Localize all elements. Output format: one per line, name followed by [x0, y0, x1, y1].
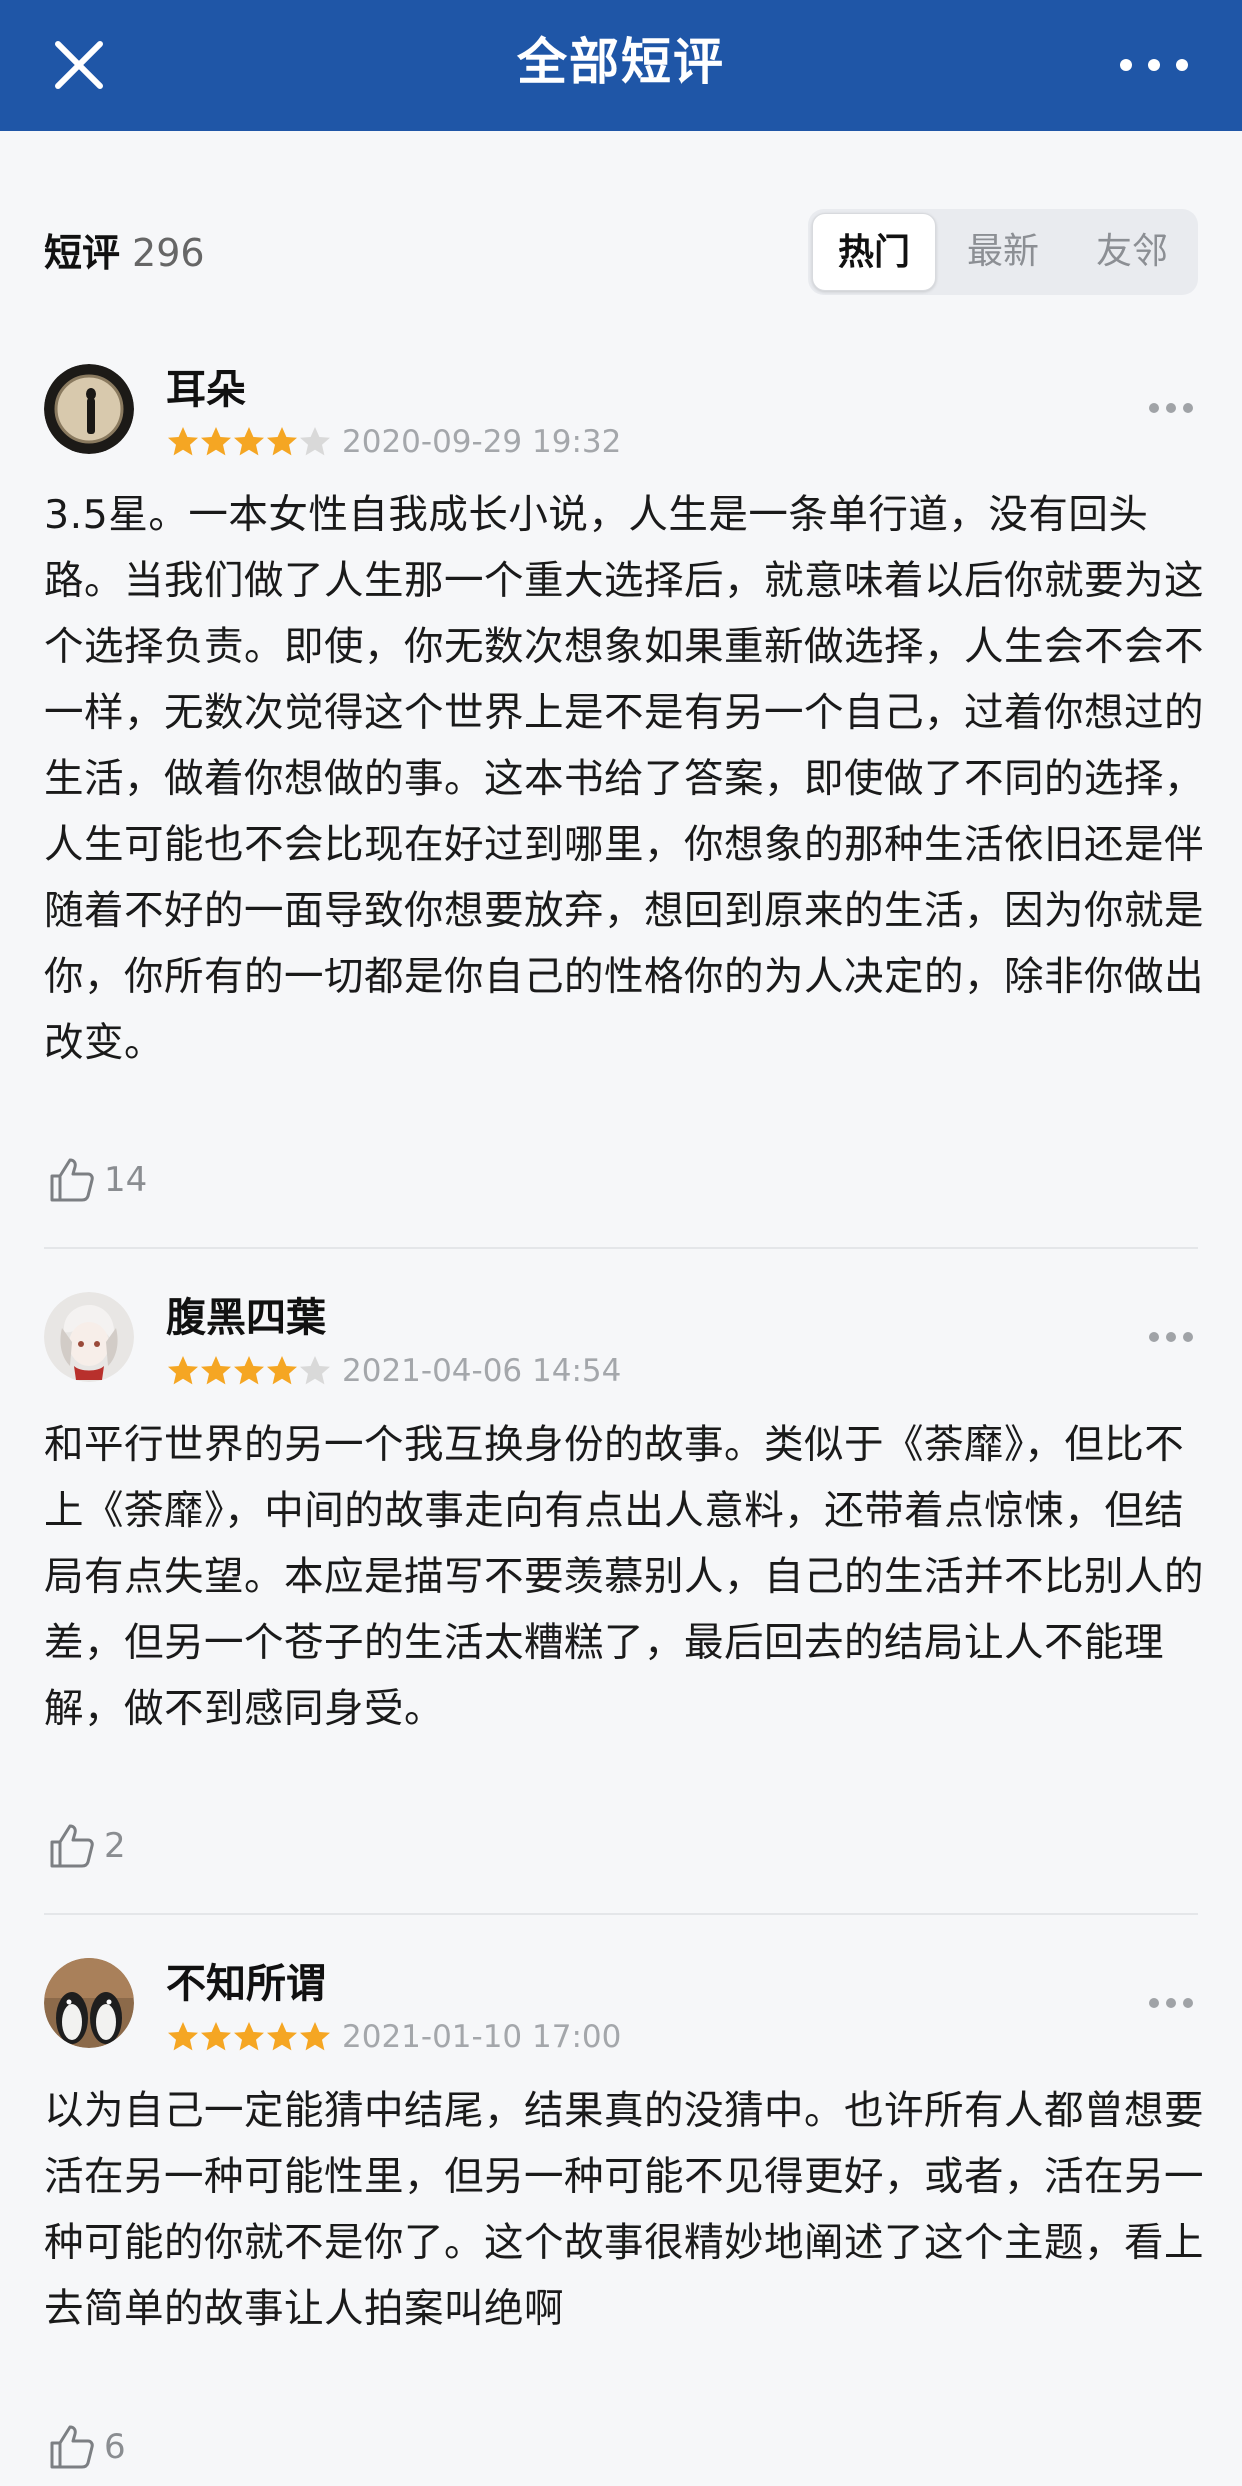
- divider: [44, 1247, 1198, 1249]
- sort-tabs: 热门 最新 友邻: [808, 209, 1198, 295]
- star-icon: [168, 2022, 330, 2051]
- review-text: 以为自己一定能猜中结尾，结果真的没猜中。也许所有人都曾想要活在另一种可能性里，但…: [44, 2088, 1204, 2332]
- star-icon: [168, 1356, 330, 1385]
- review-count-label: 短评 296: [44, 228, 205, 278]
- star-rating: [168, 427, 330, 456]
- review-count: 296: [132, 231, 205, 275]
- star-rating: [168, 2022, 330, 2051]
- review-date: 2020-09-29 19:32: [342, 424, 622, 460]
- username[interactable]: 耳朵: [166, 364, 246, 416]
- section-label: 短评: [44, 231, 121, 275]
- like-count: 6: [104, 2427, 126, 2467]
- review-text: 3.5星。一本女性自我成长小说，人生是一条单行道，没有回头路。当我们做了人生那一…: [44, 492, 1204, 1066]
- thumbs-up-icon[interactable]: [48, 1822, 96, 1870]
- page-title: 全部短评: [517, 33, 725, 91]
- thumbs-up-icon[interactable]: [48, 2423, 96, 2471]
- avatar[interactable]: [44, 1958, 134, 2048]
- username[interactable]: 腹黑四葉: [166, 1292, 326, 1344]
- divider: [44, 1913, 1198, 1915]
- username[interactable]: 不知所谓: [166, 1958, 326, 2010]
- tab-friends[interactable]: 友邻: [1070, 213, 1194, 291]
- thumbs-up-icon[interactable]: [48, 1156, 96, 1204]
- tab-hot[interactable]: 热门: [812, 213, 936, 291]
- more-horizontal-icon[interactable]: [1118, 48, 1190, 82]
- more-horizontal-icon[interactable]: [1148, 1330, 1194, 1344]
- avatar[interactable]: [44, 364, 134, 454]
- more-horizontal-icon[interactable]: [1148, 401, 1194, 415]
- tab-latest[interactable]: 最新: [941, 213, 1065, 291]
- review-date: 2021-04-06 14:54: [342, 1353, 622, 1389]
- top-nav-bar: 全部短评: [0, 0, 1242, 131]
- star-icon: [168, 427, 330, 456]
- review-date: 2021-01-10 17:00: [342, 2019, 622, 2055]
- like-count: 14: [104, 1160, 148, 1200]
- review-text: 和平行世界的另一个我互换身份的故事。类似于《荼靡》，但比不上《荼靡》，中间的故事…: [44, 1422, 1204, 1732]
- star-rating: [168, 1356, 330, 1385]
- more-horizontal-icon[interactable]: [1148, 1996, 1194, 2010]
- like-count: 2: [104, 1826, 126, 1866]
- avatar[interactable]: [44, 1292, 134, 1382]
